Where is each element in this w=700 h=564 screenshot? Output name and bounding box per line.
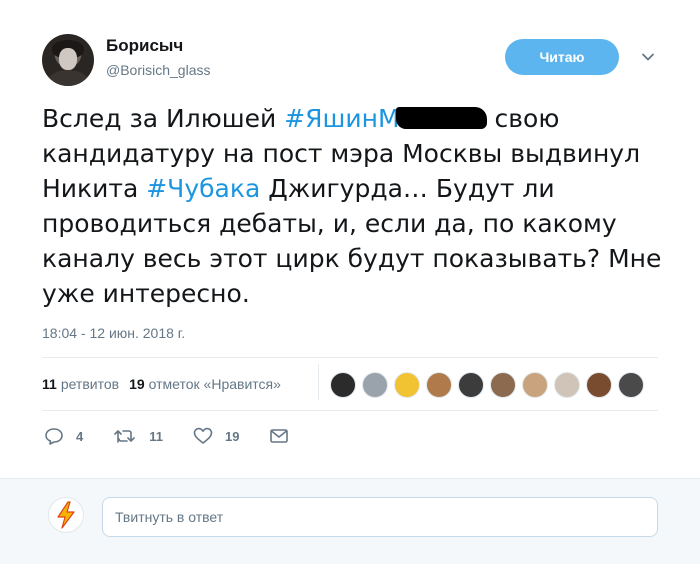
divider	[42, 357, 658, 358]
tweet-timestamp[interactable]: 18:04 - 12 июн. 2018 г.	[42, 325, 185, 341]
author-avatar[interactable]	[42, 34, 94, 86]
reply-area: Твитнуть в ответ	[0, 478, 700, 564]
likes-label: отметок «Нравится»	[148, 376, 281, 392]
chevron-down-icon[interactable]	[640, 49, 656, 65]
retweets-label: ретвитов	[60, 376, 120, 392]
direct-message-action[interactable]	[269, 427, 301, 445]
stats-separator	[318, 364, 319, 400]
like-action[interactable]: 19	[193, 427, 239, 445]
envelope-icon	[270, 429, 289, 443]
author-name[interactable]: Борисыч	[106, 36, 183, 56]
retweets-count: 11	[42, 376, 57, 392]
heart-icon	[193, 427, 213, 444]
retweet-count: 11	[149, 428, 163, 444]
liker-avatar[interactable]	[522, 372, 548, 398]
tweet-actions: 4 11 19	[44, 427, 331, 445]
liker-avatar[interactable]	[362, 372, 388, 398]
hashtag-link[interactable]: #ЯшинМ	[284, 104, 399, 133]
following-button[interactable]: Читаю	[505, 39, 619, 75]
reply-input[interactable]: Твитнуть в ответ	[102, 497, 658, 537]
retweet-icon	[114, 430, 136, 443]
liker-avatar[interactable]	[458, 372, 484, 398]
avatar-face	[59, 48, 77, 70]
liker-avatar[interactable]	[394, 372, 420, 398]
avatar-body	[48, 70, 88, 86]
divider	[42, 410, 658, 411]
liker-avatar[interactable]	[618, 372, 644, 398]
retweets-stat[interactable]: 11 ретвитов	[42, 376, 119, 392]
hashtag-link[interactable]: #Чубака	[146, 174, 260, 203]
reply-action[interactable]: 4	[44, 427, 83, 445]
redaction-mark	[395, 107, 487, 129]
liker-avatar[interactable]	[554, 372, 580, 398]
likes-count: 19	[129, 376, 145, 392]
reply-count: 4	[76, 428, 84, 444]
tweet-text: Вслед за Илюшей #ЯшинМ свою кандидатуру …	[42, 101, 672, 311]
liker-avatar[interactable]	[426, 372, 452, 398]
retweet-action[interactable]: 11	[113, 427, 163, 445]
tweet-text-part: Вслед за Илюшей	[42, 104, 285, 133]
liker-avatar[interactable]	[586, 372, 612, 398]
reply-icon	[45, 428, 63, 445]
current-user-avatar[interactable]	[48, 497, 84, 533]
tweet-stats: 11 ретвитов 19 отметок «Нравится»	[42, 376, 281, 392]
author-handle[interactable]: @Borisich_glass	[106, 62, 210, 78]
likes-stat[interactable]: 19 отметок «Нравится»	[129, 376, 281, 392]
like-count: 19	[224, 428, 240, 444]
liker-avatar[interactable]	[490, 372, 516, 398]
likers-avatars	[330, 372, 650, 398]
lightning-icon	[57, 501, 75, 529]
tweet-card: Борисыч @Borisich_glass Читаю Вслед за И…	[0, 0, 700, 478]
liker-avatar[interactable]	[330, 372, 356, 398]
